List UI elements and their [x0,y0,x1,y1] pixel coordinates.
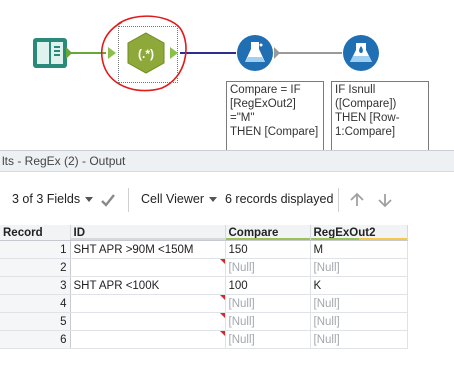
cell-regexout2[interactable]: [Null] [310,258,408,277]
book-input-icon [33,38,67,68]
column-header-label: ID [73,226,86,239]
formula2-annotation: IF Isnull ([Compare]) THEN [Row- 1:Compa… [331,81,429,150]
cell-compare[interactable]: 100 [225,276,311,295]
regex-glyph: (.*) [138,47,154,61]
chevron-down-icon[interactable] [85,197,93,202]
toolbar-divider [338,188,339,212]
column-header-compare[interactable]: Compare [225,225,311,241]
column-header-id[interactable]: ID [70,225,226,241]
empty-marker [219,259,225,264]
cell-id[interactable] [70,312,226,331]
cell-id[interactable]: SHT APR >90M <150M [70,240,226,259]
cell-compare[interactable]: [Null] [225,312,311,331]
cell-id[interactable] [70,294,226,313]
record-number: 2 [0,258,71,277]
results-toolbar: 3 of 3 Fields Cell Viewer 6 records disp… [0,172,454,220]
cell-compare[interactable]: [Null] [225,294,311,313]
cell-id[interactable]: SHT APR <100K [70,276,226,295]
record-number: 5 [0,312,71,331]
record-number: 6 [0,330,71,349]
table-row[interactable]: 6 [Null] [Null] [0,330,408,349]
cell-compare[interactable]: [Null] [225,258,311,277]
cell-compare[interactable]: 150 [225,240,311,259]
empty-marker [219,313,225,318]
flask-formula-icon [237,35,273,71]
cell-regexout2[interactable]: M [310,240,408,259]
toolbar-divider [128,188,129,212]
record-number: 4 [0,294,71,313]
empty-marker [219,331,225,336]
cell-viewer-selector[interactable]: Cell Viewer [141,192,204,206]
records-count: 6 records displayed [225,192,334,206]
table-row[interactable]: 5 [Null] [Null] [0,312,408,331]
column-header-record[interactable]: Record [0,225,71,241]
empty-marker [219,295,225,300]
arrow-up-icon[interactable] [349,192,365,208]
cell-regexout2[interactable]: [Null] [310,312,408,331]
table-row[interactable]: 3 SHT APR <100K 100 K [0,276,408,295]
input-anchor[interactable] [108,47,116,59]
cell-regexout2[interactable]: [Null] [310,330,408,349]
cell-id[interactable] [70,258,226,277]
chevron-down-icon[interactable] [209,197,217,202]
table-row[interactable]: 4 [Null] [Null] [0,294,408,313]
cell-id[interactable] [70,330,226,349]
regex-tool[interactable]: (.*) [106,26,178,83]
fields-selector[interactable]: 3 of 3 Fields [12,192,80,206]
cell-compare[interactable]: [Null] [225,330,311,349]
input-tool[interactable] [33,36,72,70]
results-title-bar: lts - RegEx (2) - Output [0,150,454,172]
table-header-row: Record ID Compare RegExOut2 [0,225,408,241]
formula-tool-2[interactable] [342,34,384,72]
column-header-label: Compare [228,226,279,239]
results-title: lts - RegEx (2) - Output [2,154,126,168]
record-number: 1 [0,240,71,259]
flask-formula-icon [343,35,379,71]
workflow-canvas[interactable]: (.*) Compare = IF [RegExOut2] ="M" THEN … [0,0,454,150]
arrow-down-icon[interactable] [377,192,393,208]
column-header-label: RegExOut2 [313,226,376,239]
checkmark-icon[interactable] [100,193,116,207]
cell-regexout2[interactable]: K [310,276,408,295]
cell-regexout2[interactable]: [Null] [310,294,408,313]
formula1-annotation: Compare = IF [RegExOut2] ="M" THEN [Comp… [226,81,324,150]
results-table: Record ID Compare RegExOut2 1 SHT APR >9… [0,225,408,349]
table-row[interactable]: 2 [Null] [Null] [0,258,408,277]
table-row[interactable]: 1 SHT APR >90M <150M 150 M [0,240,408,259]
record-number: 3 [0,276,71,295]
regex-hexagon-icon: (.*) [127,32,165,74]
formula-tool-1[interactable] [236,34,280,72]
column-header-regexout2[interactable]: RegExOut2 [310,225,408,241]
